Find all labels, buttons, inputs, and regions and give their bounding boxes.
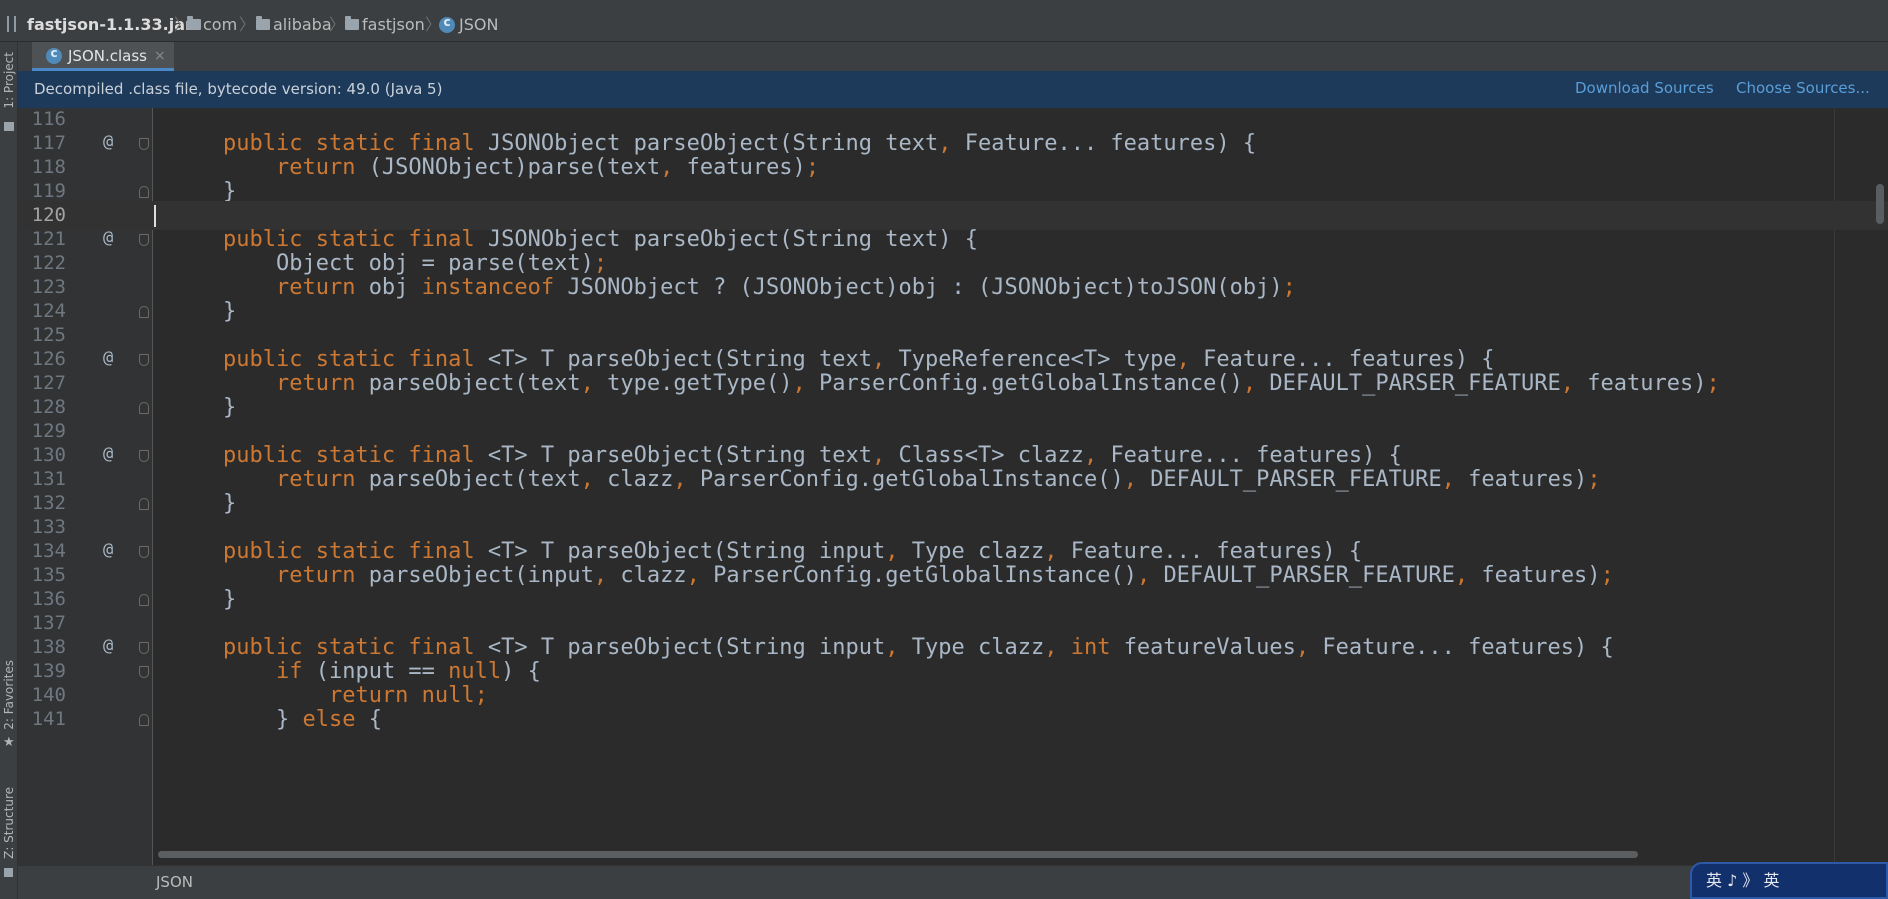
- breadcrumb-package-alibaba[interactable]: alibaba: [273, 15, 332, 35]
- decompiled-banner: Decompiled .class file, bytecode version…: [18, 71, 1888, 108]
- breadcrumb-jar[interactable]: fastjson-1.1.33.jar: [27, 15, 193, 35]
- fold-end-icon[interactable]: [139, 402, 149, 414]
- breadcrumb-separator-icon: 〉: [425, 15, 442, 34]
- vertical-scrollbar-thumb[interactable]: [1876, 184, 1884, 224]
- input-method-label: 英 ♪ 》 英: [1706, 871, 1780, 890]
- overrides-marker-icon[interactable]: @: [103, 129, 113, 156]
- tool-window-stripe: 1: Project 2: Favorites ★ Z: Structure: [0, 42, 18, 899]
- overrides-marker-icon[interactable]: @: [103, 441, 113, 468]
- jar-icon: [7, 16, 16, 32]
- overrides-marker-icon[interactable]: @: [103, 537, 113, 564]
- editor-tabs: JSON.class ×: [18, 42, 1888, 71]
- breadcrumb-class-json[interactable]: JSON: [459, 15, 498, 35]
- fold-start-icon[interactable]: [139, 354, 149, 366]
- fold-start-icon[interactable]: [139, 138, 149, 150]
- star-icon: ★: [3, 735, 15, 750]
- breadcrumb-separator-icon: 〉: [174, 15, 191, 34]
- fold-start-icon[interactable]: [139, 450, 149, 462]
- structure-tool-button[interactable]: Z: Structure: [2, 787, 16, 859]
- fold-start-icon[interactable]: [139, 642, 149, 654]
- breadcrumb-separator-icon: 〉: [239, 15, 256, 34]
- input-method-badge[interactable]: 英 ♪ 》 英: [1690, 862, 1888, 899]
- horizontal-scrollbar-thumb[interactable]: [158, 851, 1638, 858]
- status-text: JSON: [156, 873, 193, 891]
- fold-end-icon[interactable]: [139, 186, 149, 198]
- tab-json-class[interactable]: JSON.class ×: [32, 42, 174, 71]
- fold-start-icon[interactable]: [139, 666, 149, 678]
- breadcrumb-package-fastjson[interactable]: fastjson: [362, 15, 425, 35]
- breadcrumb-package-com[interactable]: com: [203, 15, 237, 35]
- fold-start-icon[interactable]: [139, 234, 149, 246]
- favorites-tool-button[interactable]: 2: Favorites: [2, 660, 16, 730]
- project-tool-button[interactable]: 1: Project: [2, 52, 16, 109]
- folder-icon: [256, 16, 270, 30]
- folder-icon: [345, 16, 359, 30]
- code-editor[interactable]: 116 117 @ public static final JSONObject p…: [18, 108, 1888, 865]
- code-line[interactable]: 141 } else {: [18, 705, 1888, 734]
- banner-message: Decompiled .class file, bytecode version…: [34, 80, 443, 98]
- navigation-bar: fastjson-1.1.33.jar 〉 com 〉 alibaba 〉 fa…: [0, 0, 1888, 42]
- tab-label: JSON.class: [68, 47, 147, 65]
- text-caret: [154, 205, 156, 227]
- fold-end-icon[interactable]: [139, 714, 149, 726]
- fold-end-icon[interactable]: [139, 498, 149, 510]
- overrides-marker-icon[interactable]: @: [103, 633, 113, 660]
- class-file-icon: [46, 46, 62, 64]
- fold-end-icon[interactable]: [139, 594, 149, 606]
- overrides-marker-icon[interactable]: @: [103, 345, 113, 372]
- fold-start-icon[interactable]: [139, 546, 149, 558]
- breadcrumb-separator-icon: 〉: [329, 15, 346, 34]
- folder-icon: [187, 16, 201, 30]
- line-number: 141: [31, 708, 66, 730]
- close-icon[interactable]: ×: [154, 45, 166, 67]
- folder-icon: [4, 122, 14, 131]
- structure-icon: [4, 868, 13, 877]
- code-text: } else {: [170, 707, 382, 732]
- choose-sources-link[interactable]: Choose Sources...: [1736, 78, 1870, 98]
- fold-end-icon[interactable]: [139, 306, 149, 318]
- status-bar: JSON: [18, 865, 1888, 899]
- class-icon: [439, 15, 455, 33]
- overrides-marker-icon[interactable]: @: [103, 225, 113, 252]
- download-sources-link[interactable]: Download Sources: [1575, 78, 1714, 98]
